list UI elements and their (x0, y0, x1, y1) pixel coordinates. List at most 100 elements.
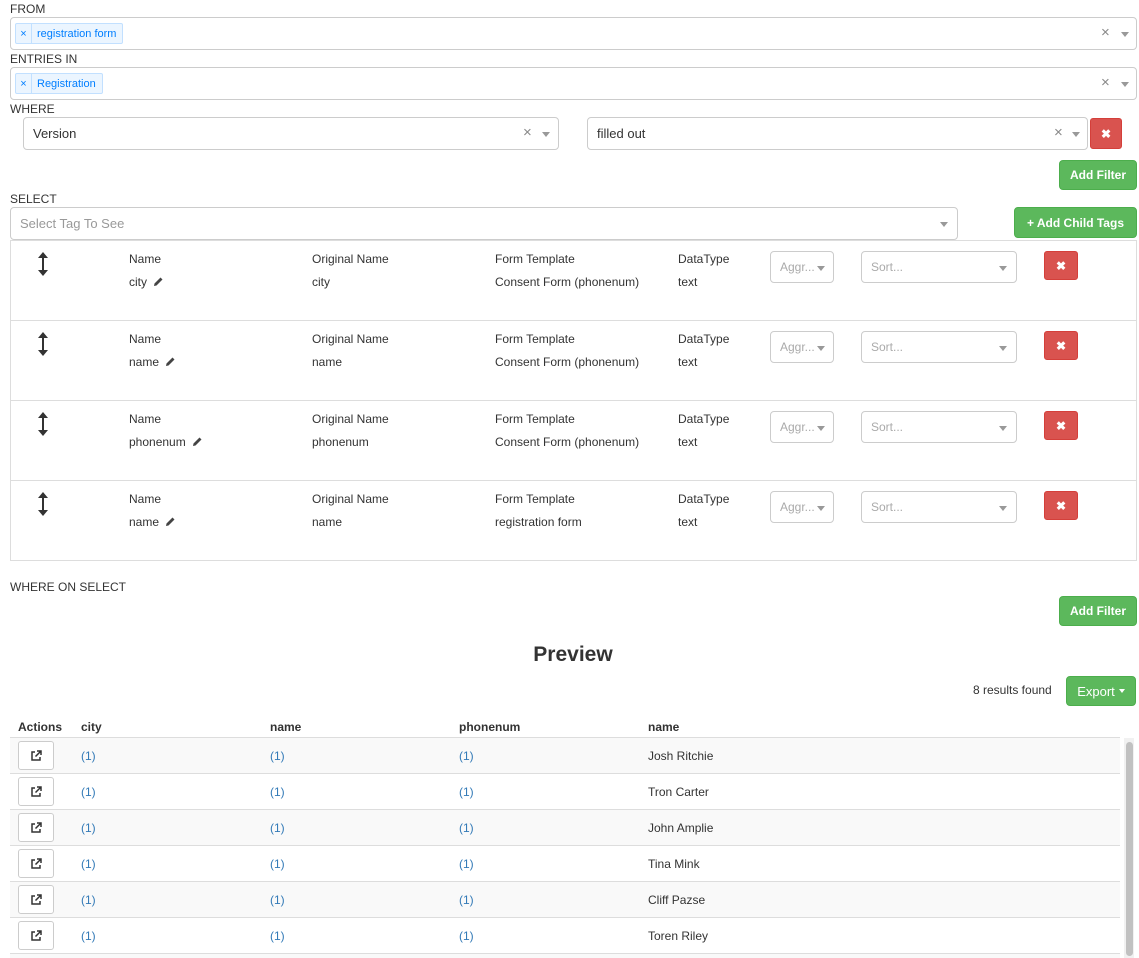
sort-placeholder: Sort... (871, 340, 904, 354)
form-template-value: Consent Form (phonenum) (495, 435, 640, 449)
from-tag-label: registration form (37, 27, 117, 40)
form-template-value: Consent Form (phonenum) (495, 275, 640, 289)
city-link[interactable]: (1) (81, 857, 96, 871)
where-operator-chevron-down-icon[interactable] (1072, 132, 1080, 137)
name-link[interactable]: (1) (270, 857, 285, 871)
name-link[interactable]: (1) (270, 929, 285, 943)
pencil-icon[interactable] (192, 436, 203, 447)
phonenum-link[interactable]: (1) (459, 821, 474, 835)
open-entry-button[interactable] (18, 921, 54, 950)
table-scrollbar-thumb[interactable] (1126, 742, 1133, 956)
from-select[interactable]: × registration form × (10, 17, 1137, 50)
col-header-actions: Actions (18, 720, 63, 734)
original-name-header: Original Name (312, 332, 389, 346)
sort-select[interactable]: Sort... (861, 491, 1017, 523)
pencil-icon[interactable] (165, 516, 176, 527)
tag-name-text: city (129, 275, 147, 289)
where-operator-clear-icon[interactable]: × (1054, 124, 1063, 141)
name-link[interactable]: (1) (270, 821, 285, 835)
entries-chevron-down-icon[interactable] (1121, 82, 1129, 87)
pencil-icon[interactable] (153, 276, 164, 287)
open-entry-button[interactable] (18, 813, 54, 842)
phonenum-link[interactable]: (1) (459, 929, 474, 943)
add-filter-button[interactable]: Add Filter (1059, 160, 1137, 190)
tag-name-value[interactable]: city (129, 275, 164, 289)
vertical-arrows-icon[interactable] (36, 251, 50, 277)
sort-select[interactable]: Sort... (861, 251, 1017, 283)
from-tag-remove-icon[interactable]: × (16, 24, 32, 43)
export-button[interactable]: Export (1066, 676, 1136, 706)
col-header-phonenum[interactable]: phonenum (459, 720, 520, 734)
aggregate-chevron-down-icon (817, 266, 825, 271)
select-tag-select[interactable]: Select Tag To See (10, 207, 958, 240)
vertical-arrows-icon[interactable] (36, 411, 50, 437)
remove-tag-button[interactable]: ✖ (1044, 331, 1078, 360)
remove-tag-button[interactable]: ✖ (1044, 411, 1078, 440)
from-chevron-down-icon[interactable] (1121, 32, 1129, 37)
aggregate-chevron-down-icon (817, 426, 825, 431)
tag-name-value[interactable]: name (129, 515, 176, 529)
phonenum-link[interactable]: (1) (459, 785, 474, 799)
tag-name-value[interactable]: phonenum (129, 435, 203, 449)
vertical-arrows-icon[interactable] (36, 491, 50, 517)
city-link[interactable]: (1) (81, 821, 96, 835)
remove-tag-button[interactable]: ✖ (1044, 491, 1078, 520)
remove-filter-button[interactable]: ✖ (1090, 118, 1122, 149)
sort-placeholder: Sort... (871, 260, 904, 274)
aggregate-select[interactable]: Aggr... (770, 251, 834, 283)
where-on-select-label: WHERE ON SELECT (10, 580, 127, 594)
datatype-value: text (678, 275, 698, 289)
name-link[interactable]: (1) (270, 893, 285, 907)
original-name-header: Original Name (312, 412, 389, 426)
aggregate-select[interactable]: Aggr... (770, 411, 834, 443)
add-select-filter-button[interactable]: Add Filter (1059, 596, 1137, 626)
sort-chevron-down-icon (999, 266, 1007, 271)
name-value: Cliff Pazse (648, 893, 706, 907)
entries-clear-icon[interactable]: × (1101, 74, 1110, 91)
phonenum-link[interactable]: (1) (459, 893, 474, 907)
external-link-icon (31, 929, 42, 941)
col-header-name-2[interactable]: name (648, 720, 679, 734)
aggregate-select[interactable]: Aggr... (770, 491, 834, 523)
add-child-tags-button[interactable]: + Add Child Tags (1014, 207, 1137, 238)
entries-select[interactable]: × Registration × (10, 67, 1137, 100)
sort-placeholder: Sort... (871, 500, 904, 514)
city-link[interactable]: (1) (81, 929, 96, 943)
pencil-icon[interactable] (165, 356, 176, 367)
where-field-select[interactable]: Version × (23, 117, 559, 150)
name-link[interactable]: (1) (270, 749, 285, 763)
open-entry-button[interactable] (18, 885, 54, 914)
open-entry-button[interactable] (18, 777, 54, 806)
city-link[interactable]: (1) (81, 749, 96, 763)
where-field-clear-icon[interactable]: × (523, 124, 532, 141)
select-label: SELECT (10, 192, 57, 206)
datatype-header: DataType (678, 412, 730, 426)
col-header-name[interactable]: name (270, 720, 301, 734)
tag-name-header: Name (129, 412, 162, 426)
open-entry-button[interactable] (18, 849, 54, 878)
phonenum-link[interactable]: (1) (459, 857, 474, 871)
tag-name-value[interactable]: name (129, 355, 176, 369)
form-template-header: Form Template (495, 252, 575, 266)
phonenum-link[interactable]: (1) (459, 749, 474, 763)
external-link-icon (31, 821, 42, 833)
select-tag-chevron-down-icon[interactable] (940, 222, 948, 227)
vertical-arrows-icon[interactable] (36, 331, 50, 357)
aggregate-placeholder: Aggr... (780, 500, 815, 514)
datatype-header: DataType (678, 492, 730, 506)
sort-select[interactable]: Sort... (861, 411, 1017, 443)
sort-placeholder: Sort... (871, 420, 904, 434)
col-header-city[interactable]: city (81, 720, 102, 734)
sort-select[interactable]: Sort... (861, 331, 1017, 363)
name-link[interactable]: (1) (270, 785, 285, 799)
from-clear-icon[interactable]: × (1101, 24, 1110, 41)
where-operator-select[interactable]: filled out × (587, 117, 1088, 150)
entries-tag-remove-icon[interactable]: × (16, 74, 32, 93)
open-entry-button[interactable] (18, 741, 54, 770)
city-link[interactable]: (1) (81, 785, 96, 799)
table-row: (1) (1) (1) John Amplie (10, 809, 1120, 845)
city-link[interactable]: (1) (81, 893, 96, 907)
where-field-chevron-down-icon[interactable] (542, 132, 550, 137)
remove-tag-button[interactable]: ✖ (1044, 251, 1078, 280)
aggregate-select[interactable]: Aggr... (770, 331, 834, 363)
